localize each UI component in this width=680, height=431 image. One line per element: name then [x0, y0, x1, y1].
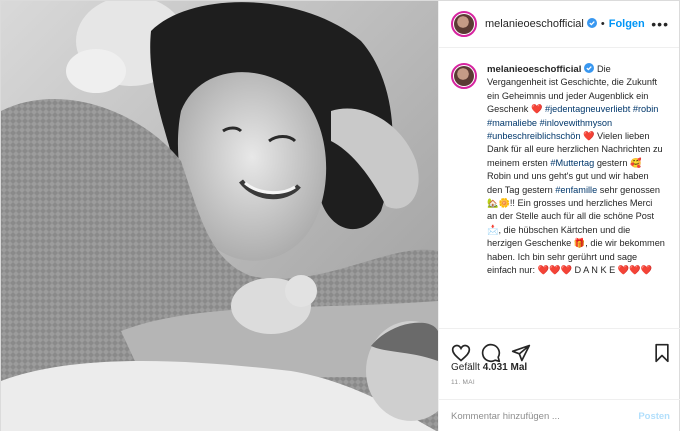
post-photo[interactable] [1, 1, 438, 431]
instagram-post: melanieoeschofficial • Folgen ••• melani… [0, 0, 680, 431]
more-horizontal-icon[interactable]: ••• [651, 16, 669, 32]
photo-illustration [1, 1, 438, 431]
avatar-image [454, 14, 474, 34]
hashtag-link[interactable]: #jedentagneuverliebt [545, 104, 630, 114]
comment-input[interactable] [451, 410, 639, 422]
likes-number[interactable]: 4.031 Mal [483, 362, 527, 373]
hashtag-link[interactable]: #mamaliebe [487, 118, 537, 128]
hashtag-link[interactable]: #inlovewithmyson [540, 118, 613, 128]
hashtag-link[interactable]: #Muttertag [550, 158, 594, 168]
post-sidebar: melanieoeschofficial • Folgen ••• melani… [438, 1, 680, 431]
caption-part: sehr genossen 🏡🌼!! Ein grosses und herzl… [487, 184, 665, 276]
caption-text: melanieoeschofficial Die Vergangenheit i… [487, 63, 665, 327]
avatar[interactable] [451, 11, 477, 37]
heart-icon[interactable] [451, 343, 471, 363]
heart-emoji: ❤️ [583, 131, 595, 142]
hashtag-link[interactable]: #unbeschreiblichschön [487, 131, 580, 141]
verified-badge-icon [586, 18, 597, 28]
hashtag-link[interactable]: #robin [633, 104, 659, 114]
share-icon[interactable] [511, 343, 531, 363]
hashtag-link[interactable]: #enfamille [555, 185, 597, 195]
caption-avatar[interactable] [451, 63, 477, 89]
separator-dot: • [600, 18, 605, 30]
post-header: melanieoeschofficial • Folgen ••• [439, 1, 679, 48]
comment-bar: Posten [439, 399, 680, 431]
username-text[interactable]: melanieoeschofficial [485, 18, 584, 30]
likes-prefix: Gefällt [451, 362, 480, 373]
likes-count[interactable]: Gefällt 4.031 Mal [451, 362, 527, 373]
caption-area: melanieoeschofficial Die Vergangenheit i… [439, 49, 680, 327]
post-date[interactable]: 11. MAI [451, 379, 475, 386]
bookmark-icon[interactable] [652, 343, 672, 363]
follow-button[interactable]: Folgen [609, 18, 645, 30]
username-link[interactable]: melanieoeschofficial [485, 18, 597, 30]
heart-emoji: ❤️ [530, 104, 543, 115]
caption-username[interactable]: melanieoeschofficial [487, 64, 581, 75]
avatar-image [454, 66, 474, 86]
verified-badge-icon [584, 63, 595, 73]
caption-part: ❤️❤️❤️ D A N K E ❤️❤️❤️ [537, 265, 653, 276]
post-comment-button[interactable]: Posten [638, 411, 670, 422]
comment-icon[interactable] [481, 343, 501, 363]
